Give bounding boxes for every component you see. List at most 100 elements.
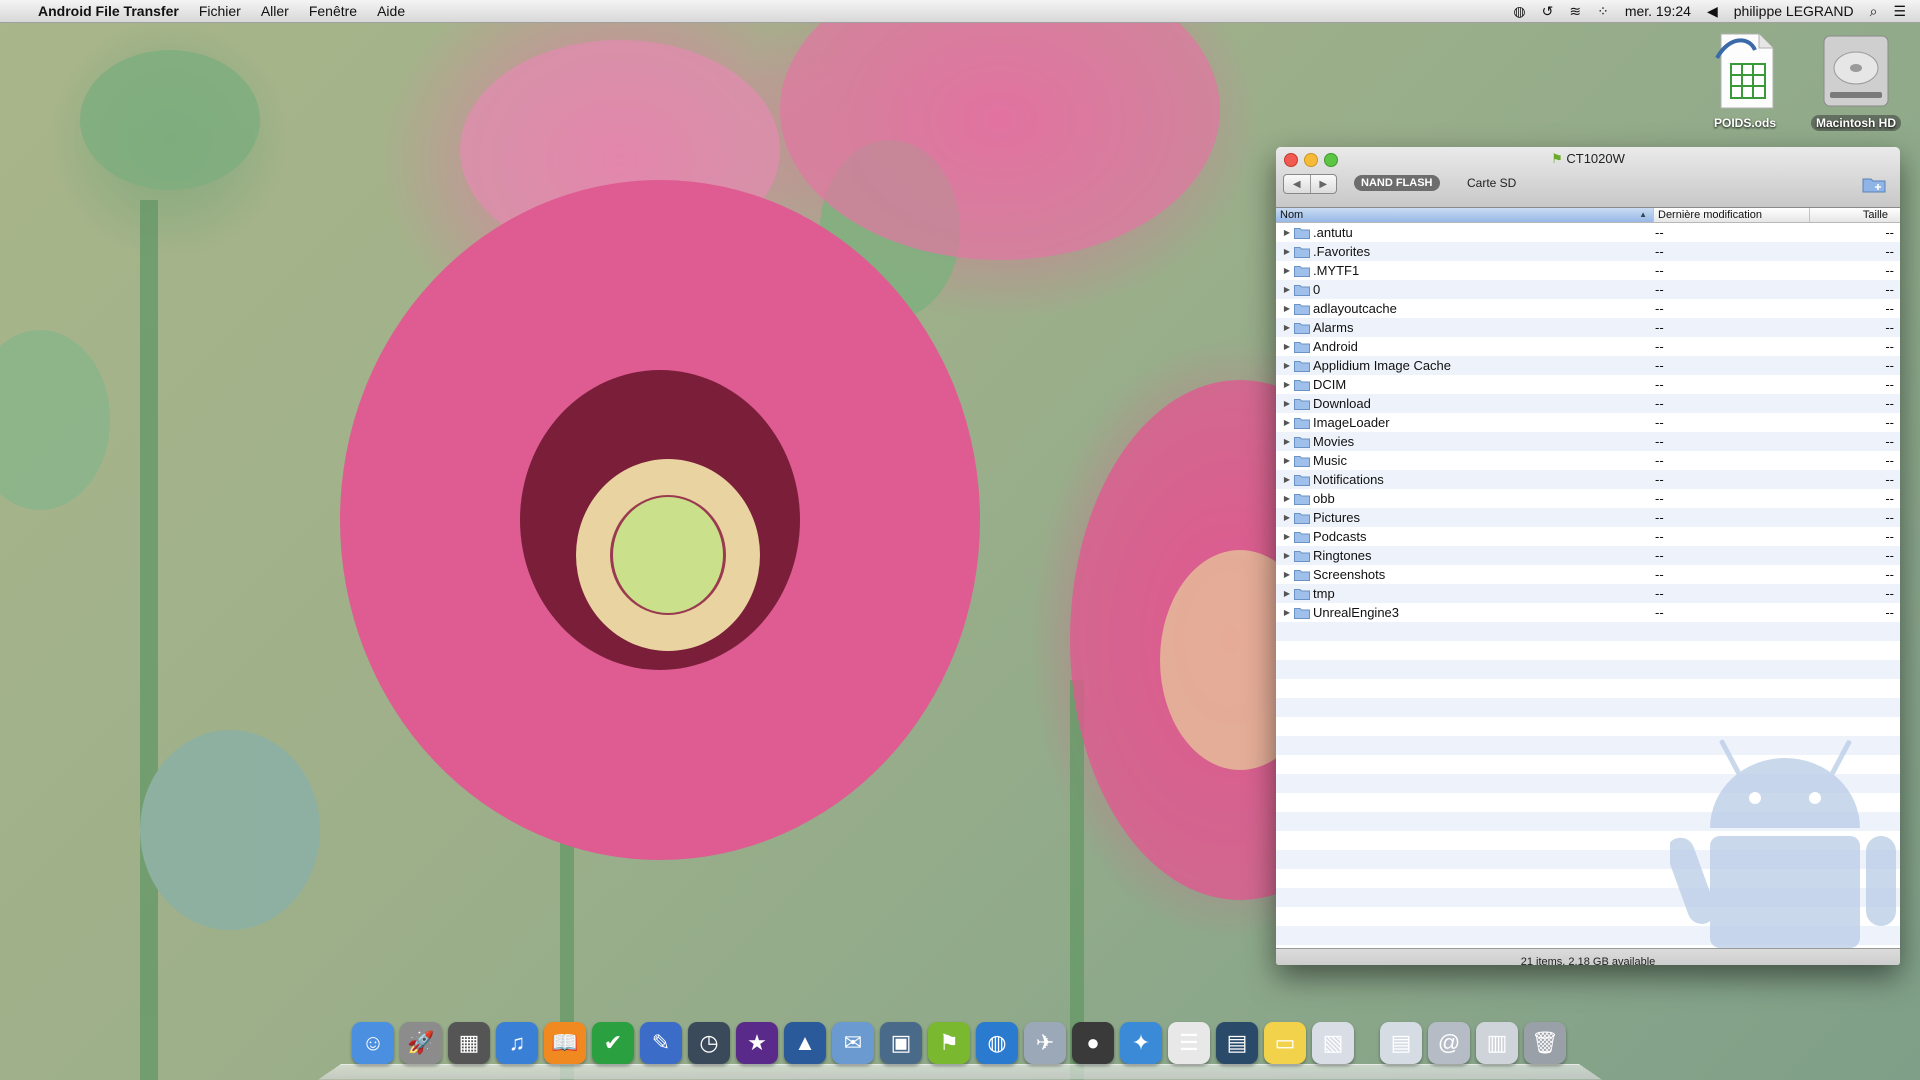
facetime-icon[interactable]: ● bbox=[1072, 1022, 1114, 1064]
disclosure-triangle-icon[interactable]: ▶ bbox=[1280, 437, 1294, 446]
table-row[interactable]: ▶ Music -- -- bbox=[1276, 451, 1900, 470]
disclosure-triangle-icon[interactable]: ▶ bbox=[1280, 494, 1294, 503]
disclosure-triangle-icon[interactable]: ▶ bbox=[1280, 551, 1294, 560]
table-row[interactable]: ▶ .antutu -- -- bbox=[1276, 223, 1900, 242]
table-row[interactable]: ▶ Movies -- -- bbox=[1276, 432, 1900, 451]
disclosure-triangle-icon[interactable]: ▶ bbox=[1280, 513, 1294, 522]
menu-aide[interactable]: Aide bbox=[367, 3, 415, 19]
table-row[interactable]: ▶ obb -- -- bbox=[1276, 489, 1900, 508]
table-row[interactable]: ▶ 0 -- -- bbox=[1276, 280, 1900, 299]
disclosure-triangle-icon[interactable]: ▶ bbox=[1280, 399, 1294, 408]
globe-status-icon[interactable]: ◍ bbox=[1505, 3, 1533, 20]
column-header-size[interactable]: Taille bbox=[1810, 208, 1900, 222]
menu-aller[interactable]: Aller bbox=[251, 3, 299, 19]
hard-drive-icon bbox=[1823, 35, 1889, 107]
disclosure-triangle-icon[interactable]: ▶ bbox=[1280, 304, 1294, 313]
migration-icon[interactable]: ✈ bbox=[1024, 1022, 1066, 1064]
table-row[interactable]: ▶ Screenshots -- -- bbox=[1276, 565, 1900, 584]
finder-icon[interactable]: ☺ bbox=[352, 1022, 394, 1064]
table-row[interactable]: ▶ DCIM -- -- bbox=[1276, 375, 1900, 394]
table-row[interactable]: ▶ Android -- -- bbox=[1276, 337, 1900, 356]
table-row[interactable]: ▶ Ringtones -- -- bbox=[1276, 546, 1900, 565]
table-row[interactable]: ▶ .Favorites -- -- bbox=[1276, 242, 1900, 261]
spotlight-search-icon[interactable]: ⌕ bbox=[1862, 3, 1886, 20]
pdf-stack-icon[interactable]: ▤ bbox=[1380, 1022, 1422, 1064]
table-row[interactable]: ▶ Applidium Image Cache -- -- bbox=[1276, 356, 1900, 375]
user-menu[interactable]: philippe LEGRAND bbox=[1726, 3, 1862, 19]
file-date: -- bbox=[1655, 453, 1664, 468]
utility-icon[interactable]: ▤ bbox=[1216, 1022, 1258, 1064]
new-folder-icon[interactable] bbox=[1862, 175, 1886, 193]
column-header-date[interactable]: Dernière modification bbox=[1654, 208, 1810, 222]
volume-icon[interactable]: ◀ bbox=[1699, 3, 1726, 20]
android-file-transfer-window: ⚑ CT1020W ◀ ▶ NAND FLASH Carte SD Nom ▲ D… bbox=[1276, 147, 1900, 965]
disclosure-triangle-icon[interactable]: ▶ bbox=[1280, 570, 1294, 579]
table-row[interactable]: ▶ Download -- -- bbox=[1276, 394, 1900, 413]
disclosure-triangle-icon[interactable]: ▶ bbox=[1280, 589, 1294, 598]
wifi-icon[interactable]: ≋ bbox=[1561, 3, 1589, 20]
tab-nand-flash[interactable]: NAND FLASH bbox=[1354, 175, 1440, 191]
disclosure-triangle-icon[interactable]: ▶ bbox=[1280, 456, 1294, 465]
disclosure-triangle-icon[interactable]: ▶ bbox=[1280, 608, 1294, 617]
documents-stack-icon[interactable]: ▥ bbox=[1476, 1022, 1518, 1064]
disclosure-triangle-icon[interactable]: ▶ bbox=[1280, 475, 1294, 484]
table-row[interactable]: ▶ Pictures -- -- bbox=[1276, 508, 1900, 527]
time-machine-status-icon[interactable]: ↺ bbox=[1534, 3, 1562, 20]
table-row[interactable]: ▶ ImageLoader -- -- bbox=[1276, 413, 1900, 432]
imovie-icon[interactable]: ★ bbox=[736, 1022, 778, 1064]
menu-fenetre[interactable]: Fenêtre bbox=[299, 3, 367, 19]
disclosure-triangle-icon[interactable]: ▶ bbox=[1280, 323, 1294, 332]
table-row[interactable]: ▶ Alarms -- -- bbox=[1276, 318, 1900, 337]
launchpad-icon[interactable]: 🚀 bbox=[400, 1022, 442, 1064]
table-row[interactable]: ▶ UnrealEngine3 -- -- bbox=[1276, 603, 1900, 622]
disclosure-triangle-icon[interactable]: ▶ bbox=[1280, 532, 1294, 541]
table-row[interactable]: ▶ Notifications -- -- bbox=[1276, 470, 1900, 489]
tab-carte-sd[interactable]: Carte SD bbox=[1462, 175, 1521, 191]
app-menu[interactable]: Android File Transfer bbox=[28, 3, 189, 19]
disclosure-triangle-icon[interactable]: ▶ bbox=[1280, 266, 1294, 275]
disclosure-triangle-icon[interactable]: ▶ bbox=[1280, 342, 1294, 351]
network-globe-icon[interactable]: ◍ bbox=[976, 1022, 1018, 1064]
bluetooth-status-icon[interactable]: ⁘ bbox=[1589, 3, 1617, 20]
file-size: -- bbox=[1885, 453, 1894, 468]
window-titlebar[interactable]: ⚑ CT1020W ◀ ▶ NAND FLASH Carte SD bbox=[1276, 147, 1900, 208]
check-app-icon[interactable]: ✔ bbox=[592, 1022, 634, 1064]
itunes-icon[interactable]: ♫ bbox=[496, 1022, 538, 1064]
trash-icon[interactable]: 🗑 bbox=[1524, 1022, 1566, 1064]
mission-control-icon[interactable]: ▦ bbox=[448, 1022, 490, 1064]
downloads-stack-icon[interactable]: @ bbox=[1428, 1022, 1470, 1064]
disclosure-triangle-icon[interactable]: ▶ bbox=[1280, 285, 1294, 294]
disclosure-triangle-icon[interactable]: ▶ bbox=[1280, 228, 1294, 237]
android-file-transfer-icon[interactable]: ⚑ bbox=[928, 1022, 970, 1064]
forward-button[interactable]: ▶ bbox=[1311, 175, 1337, 193]
file-date: -- bbox=[1655, 358, 1664, 373]
file-size: -- bbox=[1885, 339, 1894, 354]
preview-icon[interactable]: ▣ bbox=[880, 1022, 922, 1064]
safari-icon[interactable]: ✦ bbox=[1120, 1022, 1162, 1064]
file-date: -- bbox=[1655, 301, 1664, 316]
preview-doc-icon[interactable]: ▧ bbox=[1312, 1022, 1354, 1064]
table-row[interactable]: ▶ tmp -- -- bbox=[1276, 584, 1900, 603]
table-row[interactable]: ▶ .MYTF1 -- -- bbox=[1276, 261, 1900, 280]
clock[interactable]: mer. 19:24 bbox=[1617, 3, 1699, 19]
file-name: Android bbox=[1313, 339, 1358, 354]
stickies-icon[interactable]: ▭ bbox=[1264, 1022, 1306, 1064]
desktop-icon-poids[interactable]: POIDS.ods bbox=[1697, 30, 1793, 131]
notification-center-icon[interactable]: ☰ bbox=[1885, 3, 1920, 20]
iphoto-icon[interactable]: ▲ bbox=[784, 1022, 826, 1064]
column-header-name[interactable]: Nom ▲ bbox=[1276, 208, 1654, 222]
mail-icon[interactable]: ✉ bbox=[832, 1022, 874, 1064]
ibooks-icon[interactable]: 📖 bbox=[544, 1022, 586, 1064]
table-row[interactable]: ▶ Podcasts -- -- bbox=[1276, 527, 1900, 546]
menu-fichier[interactable]: Fichier bbox=[189, 3, 251, 19]
time-machine-icon[interactable]: ◷ bbox=[688, 1022, 730, 1064]
desktop-icon-macintosh-hd[interactable]: Macintosh HD bbox=[1808, 30, 1904, 131]
notes-pad-icon[interactable]: ✎ bbox=[640, 1022, 682, 1064]
disclosure-triangle-icon[interactable]: ▶ bbox=[1280, 380, 1294, 389]
disclosure-triangle-icon[interactable]: ▶ bbox=[1280, 247, 1294, 256]
disclosure-triangle-icon[interactable]: ▶ bbox=[1280, 361, 1294, 370]
textedit-icon[interactable]: ☰ bbox=[1168, 1022, 1210, 1064]
table-row[interactable]: ▶ adlayoutcache -- -- bbox=[1276, 299, 1900, 318]
back-button[interactable]: ◀ bbox=[1284, 175, 1311, 193]
disclosure-triangle-icon[interactable]: ▶ bbox=[1280, 418, 1294, 427]
